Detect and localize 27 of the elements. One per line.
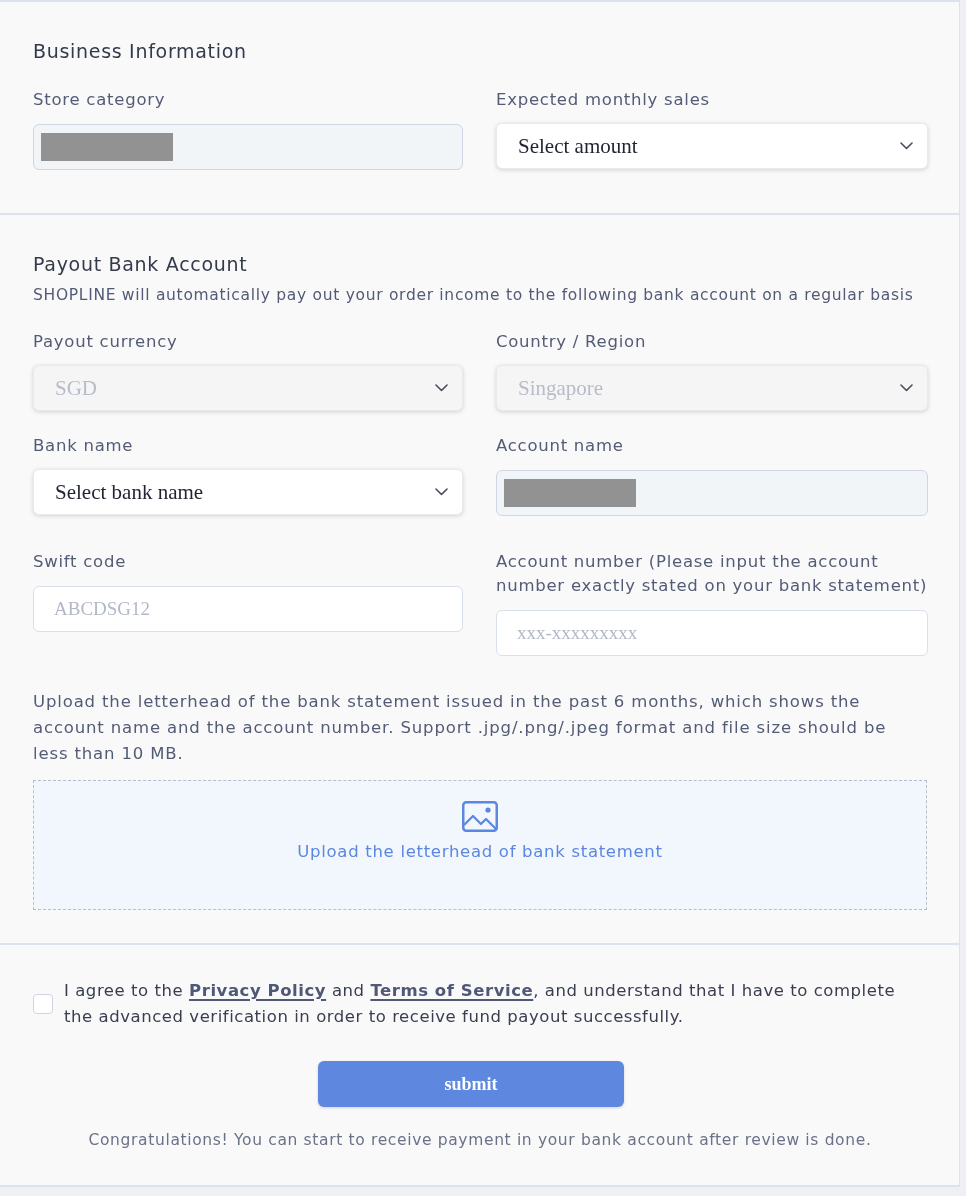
section-description: SHOPLINE will automatically pay out your order income to the following bank account on a regular basis	[33, 285, 915, 306]
upload-instructions: Upload the letterhead of the bank statement issued in the past 6 months, which shows the account name and the account number. Support .jpg/.png/.jpeg format and file size should be less than 10 MB.	[33, 691, 888, 765]
field-label: Expected monthly sales	[496, 89, 711, 111]
chevron-down-icon	[435, 488, 448, 496]
agreement-text: I agree to the Privacy Policy and Terms of Service, and understand that I have to complete the advanced verification in order to receive fund payout successfully.	[64, 980, 897, 1028]
input-field[interactable]: ABCDSG12	[33, 586, 463, 632]
field-label: Bank name	[33, 435, 135, 457]
section-title: Payout Bank Account	[33, 252, 249, 277]
field-label: Payout currency	[33, 331, 179, 353]
field-label: Swift code	[33, 551, 128, 573]
field-label: Store category	[33, 89, 167, 111]
policy-link[interactable]: Terms of Service	[370, 981, 534, 1000]
submit-button[interactable]: submit	[318, 1061, 624, 1107]
chevron-down-icon	[435, 384, 448, 392]
field-label: Account name	[496, 435, 625, 457]
select-field[interactable]: Select amount	[496, 123, 928, 169]
field-label: Account number (Please input the account number exactly stated on your bank statement)	[496, 551, 928, 597]
chevron-down-icon	[900, 142, 913, 150]
image-icon	[462, 801, 498, 832]
field-label: Country / Region	[496, 331, 648, 353]
chevron-down-icon	[900, 384, 913, 392]
agreement-checkbox[interactable]	[33, 994, 53, 1014]
section-title: Business Information	[33, 39, 248, 64]
input-field[interactable]: xxx-xxxxxxxxx	[496, 610, 928, 656]
policy-link[interactable]: Privacy Policy	[189, 981, 327, 1000]
payout-note: Congratulations! You can start to receive payment in your bank account after review is done.	[87, 1130, 873, 1151]
select-field[interactable]: Select bank name	[33, 469, 463, 515]
